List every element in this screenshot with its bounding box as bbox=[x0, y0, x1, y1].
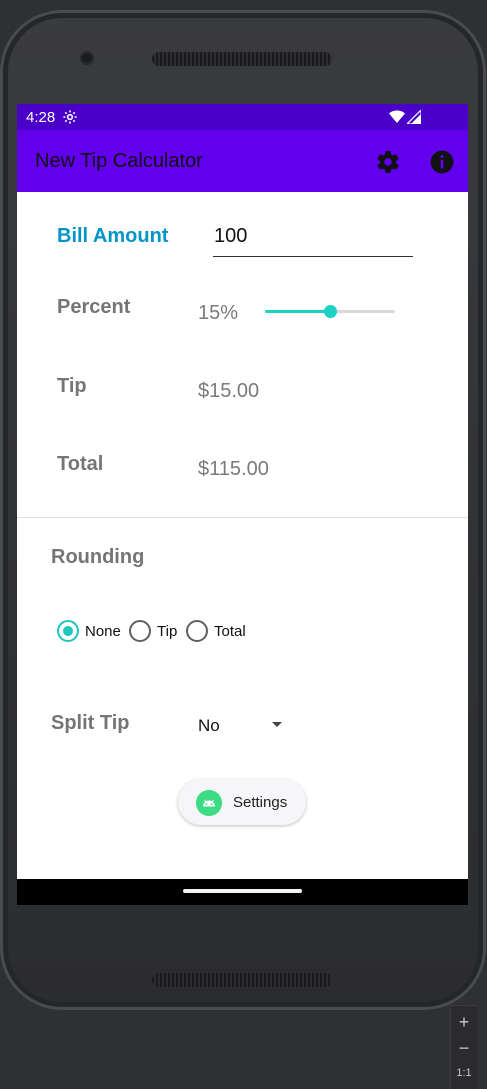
android-icon bbox=[196, 790, 222, 816]
app-bar: New Tip Calculator bbox=[17, 130, 468, 192]
radio-dot bbox=[63, 626, 73, 636]
device-screen: 4:28 New Tip Calculator Bill Amount Perc… bbox=[17, 104, 468, 905]
split-tip-dropdown[interactable]: No bbox=[189, 710, 289, 740]
settings-icon bbox=[63, 110, 77, 124]
signal-icon bbox=[407, 110, 421, 124]
radio-none-label: None bbox=[85, 623, 121, 640]
bill-amount-label: Bill Amount bbox=[57, 225, 169, 247]
status-time: 4:28 bbox=[26, 109, 56, 126]
percent-slider[interactable] bbox=[265, 305, 395, 318]
actual-size-button[interactable]: 1:1 bbox=[451, 1067, 477, 1079]
radio-tip-label: Tip bbox=[157, 623, 178, 640]
bottom-speaker bbox=[152, 973, 332, 987]
tip-label: Tip bbox=[57, 375, 87, 397]
radio-button-checked bbox=[57, 620, 79, 642]
slider-fill bbox=[265, 310, 330, 313]
home-gesture-handle[interactable] bbox=[183, 889, 302, 893]
rounding-label: Rounding bbox=[51, 546, 145, 568]
navigation-bar bbox=[17, 879, 468, 905]
section-divider bbox=[17, 517, 468, 518]
zoom-out-button[interactable]: − bbox=[451, 1038, 477, 1059]
radio-button-unchecked bbox=[186, 620, 208, 642]
emulator-zoom-panel: + − 1:1 bbox=[450, 1005, 477, 1089]
tip-value: $15.00 bbox=[198, 380, 260, 402]
earpiece-speaker bbox=[152, 52, 332, 66]
percent-value: 15% bbox=[198, 302, 239, 324]
radio-total-label: Total bbox=[214, 623, 246, 640]
split-tip-value: No bbox=[198, 716, 220, 735]
status-bar: 4:28 bbox=[17, 104, 468, 130]
dropdown-arrow-icon bbox=[272, 722, 282, 727]
radio-button-unchecked bbox=[129, 620, 151, 642]
split-tip-label: Split Tip bbox=[51, 712, 130, 734]
total-value: $115.00 bbox=[198, 458, 269, 480]
bill-amount-input[interactable] bbox=[213, 220, 413, 257]
wifi-icon bbox=[389, 110, 405, 123]
front-camera bbox=[80, 51, 94, 65]
settings-button-label: Settings bbox=[233, 794, 288, 811]
slider-thumb[interactable] bbox=[324, 305, 337, 318]
settings-button[interactable]: Settings bbox=[178, 779, 306, 825]
zoom-in-button[interactable]: + bbox=[451, 1012, 477, 1033]
total-label: Total bbox=[57, 453, 104, 475]
percent-label: Percent bbox=[57, 296, 131, 318]
info-icon[interactable] bbox=[429, 149, 455, 175]
settings-icon[interactable] bbox=[375, 149, 401, 175]
app-title: New Tip Calculator bbox=[35, 150, 203, 172]
